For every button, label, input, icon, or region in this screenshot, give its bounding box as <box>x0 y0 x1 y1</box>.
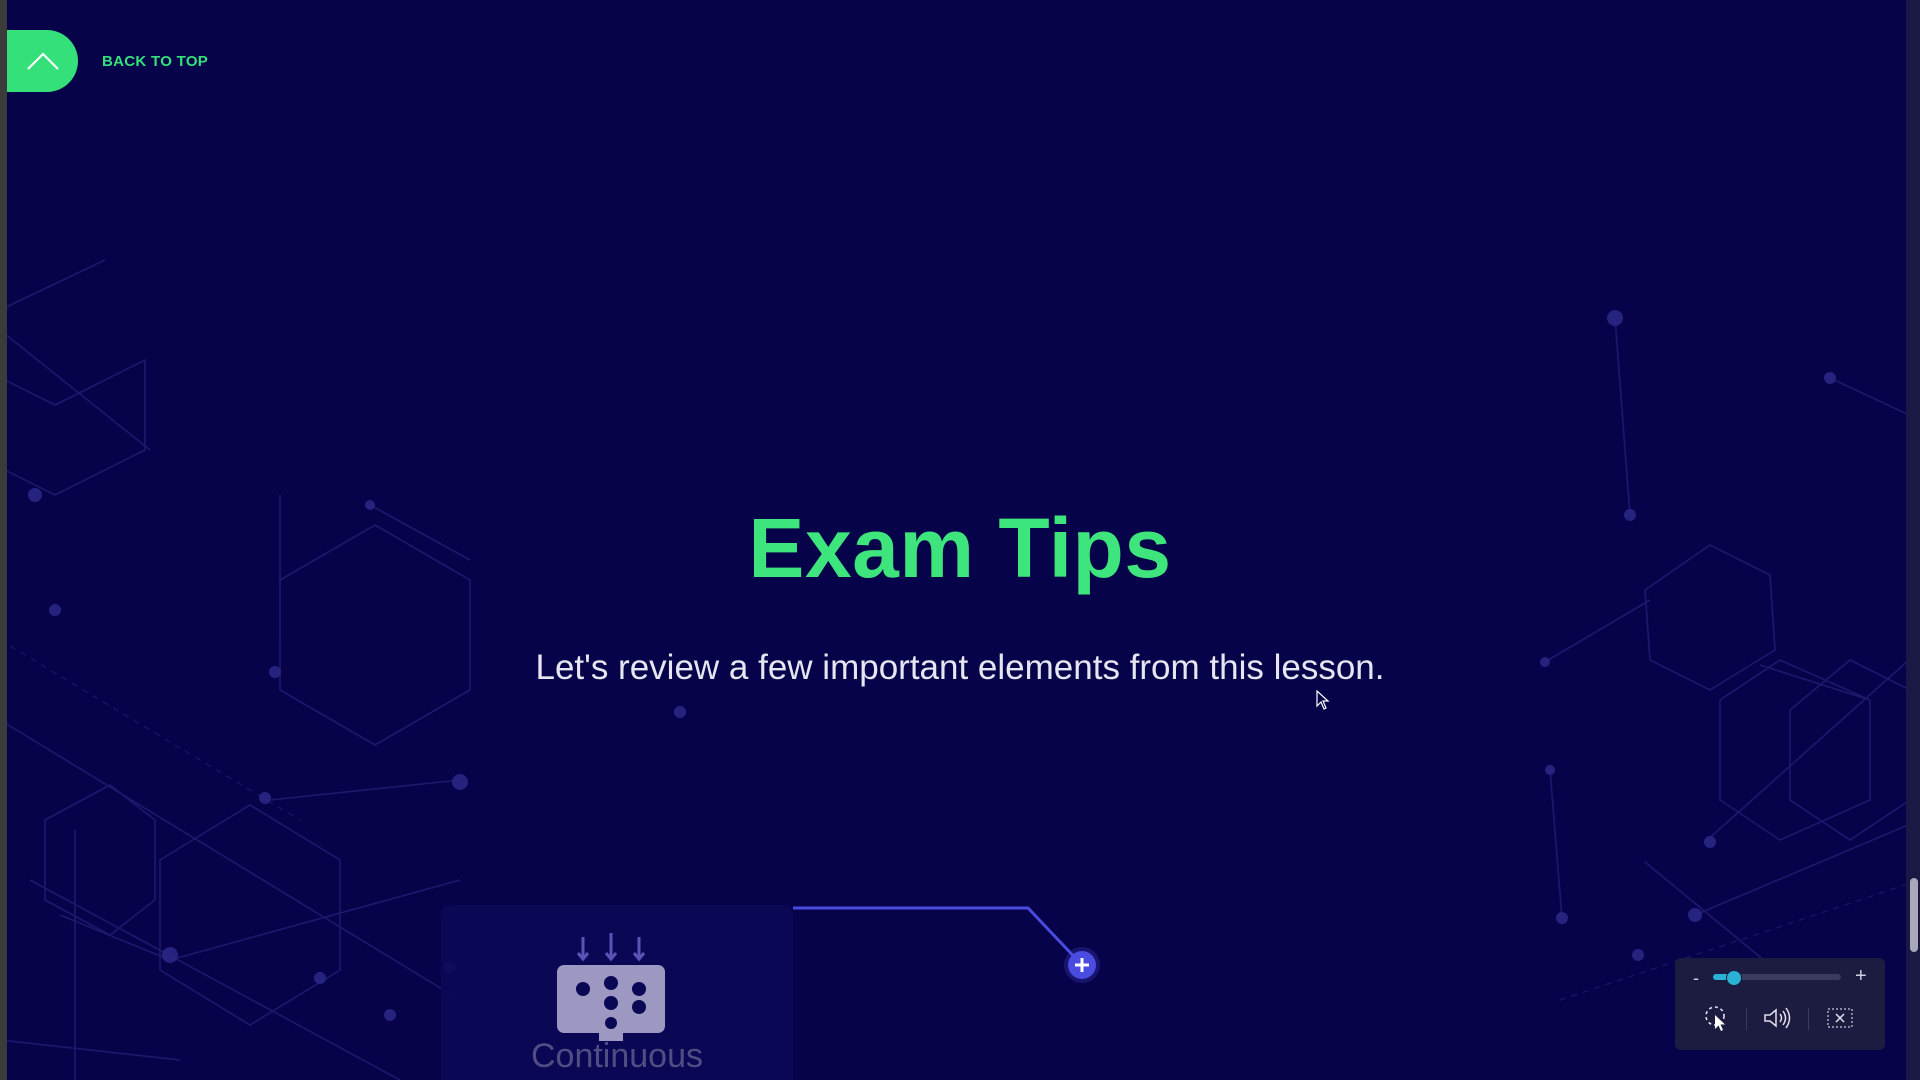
back-to-top-button[interactable] <box>7 30 78 92</box>
page-title: Exam Tips <box>748 501 1172 595</box>
expand-plus-button[interactable] <box>1068 951 1096 979</box>
monitor-data-icon <box>557 933 665 1041</box>
plus-icon <box>1075 958 1089 972</box>
cursor-highlight-icon <box>1705 1006 1725 1031</box>
card-label: Continuous <box>530 1037 703 1075</box>
back-to-top-link[interactable]: BACK TO TOP <box>102 53 208 70</box>
zoom-slider-handle[interactable] <box>1726 970 1742 986</box>
zoom-in-button[interactable]: + <box>1855 965 1867 988</box>
lesson-page: BACK TO TOP Exam Tips Let's review a few… <box>0 0 1920 1080</box>
panel-divider <box>1746 1008 1747 1030</box>
close-icon <box>1827 1008 1853 1028</box>
accessibility-panel: - + <box>1675 958 1885 1050</box>
speaker-icon <box>1764 1007 1791 1029</box>
zoom-slider[interactable] <box>1713 970 1841 986</box>
audio-button[interactable] <box>1763 1003 1793 1033</box>
page-subtitle: Let's review a few important elements fr… <box>535 648 1385 687</box>
close-panel-button[interactable] <box>1825 1003 1855 1033</box>
scrollbar-thumb[interactable] <box>1910 878 1918 952</box>
chevron-up-icon <box>26 52 59 70</box>
mouse-cursor-icon <box>1316 690 1330 710</box>
topic-card[interactable]: Continuous <box>441 905 793 1080</box>
cursor-highlight-button[interactable] <box>1702 1003 1732 1033</box>
zoom-out-button[interactable]: - <box>1693 968 1699 989</box>
panel-divider <box>1808 1008 1809 1030</box>
